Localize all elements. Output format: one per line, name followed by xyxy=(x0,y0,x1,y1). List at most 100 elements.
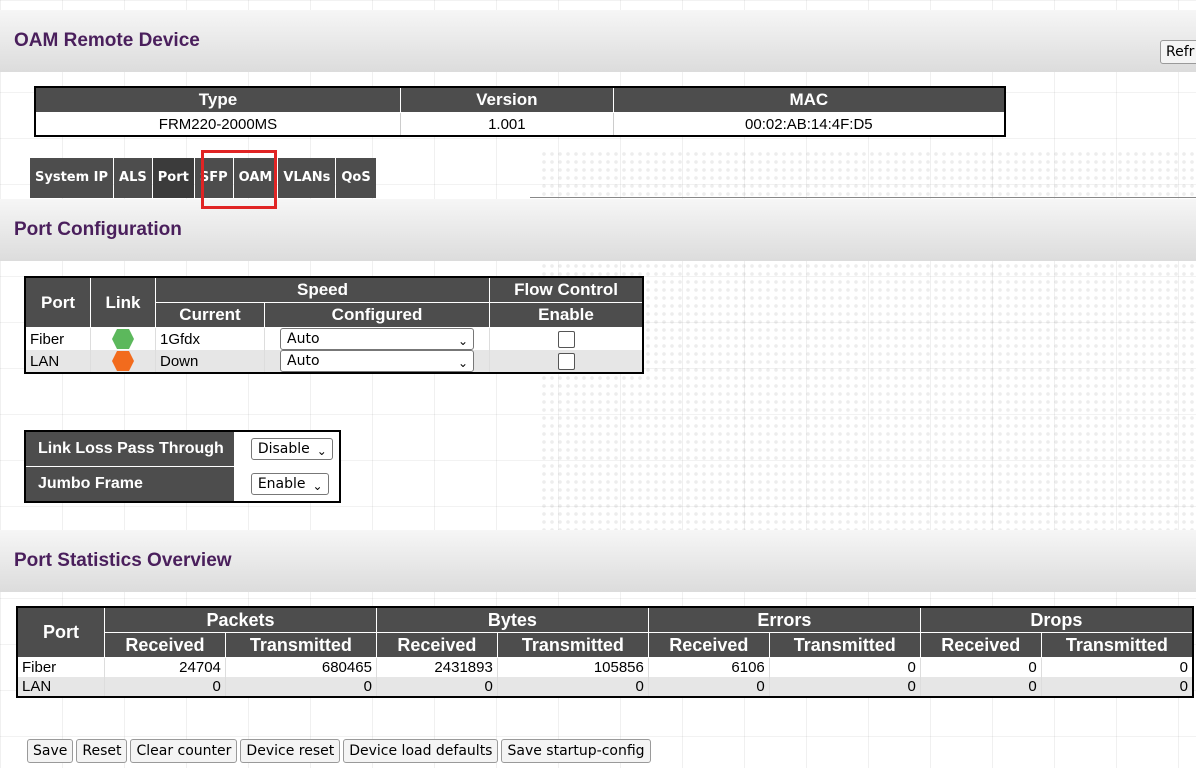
col-packets: Packets xyxy=(104,606,377,633)
stats-title: Port Statistics Overview xyxy=(14,550,232,571)
tab-als[interactable]: ALS xyxy=(114,158,152,198)
col-drops-received: Received xyxy=(919,632,1042,658)
stat-cell: 0 xyxy=(496,677,649,697)
device-reset-button[interactable]: Device reset xyxy=(240,739,341,763)
device-load-defaults-button[interactable]: Device load defaults xyxy=(343,739,499,763)
port-config-table: Port Link Speed Flow Control Current Con… xyxy=(24,276,644,374)
chevron-down-icon: ⌄ xyxy=(316,444,327,459)
speed-select[interactable]: Auto ⌄ xyxy=(280,350,474,372)
jumbo-frame-cell: Enable ⌄ xyxy=(234,466,340,502)
save-startup-config-button[interactable]: Save startup-config xyxy=(501,739,651,763)
stat-cell: 0 xyxy=(224,677,377,697)
table-row: LAN Down Auto ⌄ xyxy=(24,350,643,373)
link-loss-jumbo-table: Link Loss Pass Through Disable ⌄ Jumbo F… xyxy=(24,430,341,503)
save-button[interactable]: Save xyxy=(27,739,74,763)
col-current: Current xyxy=(155,302,265,328)
stat-cell: 105856 xyxy=(496,657,649,677)
device-version: 1.001 xyxy=(400,112,614,136)
flow-control-checkbox[interactable] xyxy=(557,330,575,348)
col-enable: Enable xyxy=(489,302,644,328)
speed-current: 1Gfdx xyxy=(155,327,265,350)
col-packets-transmitted: Transmitted xyxy=(224,632,377,658)
stat-cell: 0 xyxy=(768,677,921,697)
stats-port: Fiber xyxy=(16,657,105,677)
col-speed: Speed xyxy=(155,276,490,303)
jumbo-frame-label: Jumbo Frame xyxy=(24,466,235,503)
link-loss-label: Link Loss Pass Through xyxy=(24,430,235,467)
col-port: Port xyxy=(24,276,91,328)
col-packets-received: Received xyxy=(104,632,226,658)
reset-button[interactable]: Reset xyxy=(76,739,128,763)
speed-configured-cell: Auto ⌄ xyxy=(264,350,490,373)
link-loss-cell: Disable ⌄ xyxy=(234,431,340,467)
device-info-table: Type Version MAC FRM220-2000MS 1.001 00:… xyxy=(34,86,1006,137)
stats-port: LAN xyxy=(16,677,105,697)
action-bar: Save Reset Clear counter Device reset Device… xyxy=(27,739,654,763)
stat-cell: 0 xyxy=(919,677,1042,697)
remote-device-header: OAM Remote Device Refr xyxy=(0,10,1196,72)
stat-cell: 6106 xyxy=(647,657,770,677)
tab-port[interactable]: Port xyxy=(152,158,194,198)
stat-cell: 2431893 xyxy=(375,657,498,677)
stat-cell: 0 xyxy=(768,657,921,677)
jumbo-frame-value: Enable xyxy=(257,475,306,492)
speed-select-value: Auto xyxy=(287,353,320,369)
tab-divider xyxy=(530,197,1196,198)
speed-select[interactable]: Auto ⌄ xyxy=(280,328,474,350)
col-errors-received: Received xyxy=(647,632,770,658)
link-down-icon xyxy=(112,351,134,371)
tab-system-ip[interactable]: System IP xyxy=(30,158,114,198)
table-row: LAN 0 0 0 0 0 0 0 0 xyxy=(16,677,1193,697)
link-loss-select[interactable]: Disable ⌄ xyxy=(250,438,333,461)
stat-cell: 0 xyxy=(104,677,226,697)
col-flow-control: Flow Control xyxy=(489,276,644,303)
flow-enable-cell xyxy=(489,350,643,373)
flow-control-checkbox[interactable] xyxy=(557,352,575,370)
port-config-title: Port Configuration xyxy=(14,219,182,240)
col-bytes-transmitted: Transmitted xyxy=(496,632,649,658)
port-tab-highlight xyxy=(201,150,277,209)
stats-header: Port Statistics Overview xyxy=(0,530,1196,592)
chevron-down-icon: ⌄ xyxy=(457,334,468,348)
link-cell xyxy=(90,327,156,350)
device-mac: 00:02:AB:14:4F:D5 xyxy=(612,112,1005,136)
table-row: Fiber 1Gfdx Auto ⌄ xyxy=(24,327,643,350)
stat-cell: 24704 xyxy=(104,657,226,677)
tab-qos[interactable]: QoS xyxy=(336,158,376,198)
stat-cell: 0 xyxy=(375,677,498,697)
col-bytes: Bytes xyxy=(375,606,649,633)
link-loss-value: Disable xyxy=(257,441,310,458)
col-drops: Drops xyxy=(919,606,1194,633)
col-configured: Configured xyxy=(264,302,490,328)
flow-enable-cell xyxy=(489,327,643,350)
col-errors-transmitted: Transmitted xyxy=(768,632,921,658)
port-name: LAN xyxy=(24,350,91,373)
col-version: Version xyxy=(400,86,614,113)
link-cell xyxy=(90,350,156,373)
stat-cell: 0 xyxy=(1040,657,1193,677)
chevron-down-icon: ⌄ xyxy=(457,356,468,370)
col-mac: MAC xyxy=(612,86,1006,113)
col-type: Type xyxy=(34,86,401,113)
jumbo-frame-select[interactable]: Enable ⌄ xyxy=(250,472,329,495)
tab-vlans[interactable]: VLANs xyxy=(278,158,336,198)
col-bytes-received: Received xyxy=(375,632,498,658)
port-name: Fiber xyxy=(24,327,91,350)
table-row: Fiber 24704 680465 2431893 105856 6106 0… xyxy=(16,657,1193,677)
col-port: Port xyxy=(16,606,105,658)
refresh-button[interactable]: Refr xyxy=(1160,40,1196,64)
chevron-down-icon: ⌄ xyxy=(312,478,323,493)
link-up-icon xyxy=(112,329,134,349)
col-link: Link xyxy=(90,276,156,328)
port-stats-table: Port Packets Bytes Errors Drops Received… xyxy=(16,606,1194,698)
clear-counter-button[interactable]: Clear counter xyxy=(130,739,238,763)
speed-current: Down xyxy=(155,350,265,373)
stat-cell: 0 xyxy=(647,677,770,697)
speed-select-value: Auto xyxy=(287,331,320,347)
col-errors: Errors xyxy=(647,606,921,633)
stat-cell: 0 xyxy=(919,657,1042,677)
col-drops-transmitted: Transmitted xyxy=(1040,632,1194,658)
stat-cell: 0 xyxy=(1040,677,1193,697)
page-title: OAM Remote Device xyxy=(14,30,200,51)
stat-cell: 680465 xyxy=(224,657,377,677)
